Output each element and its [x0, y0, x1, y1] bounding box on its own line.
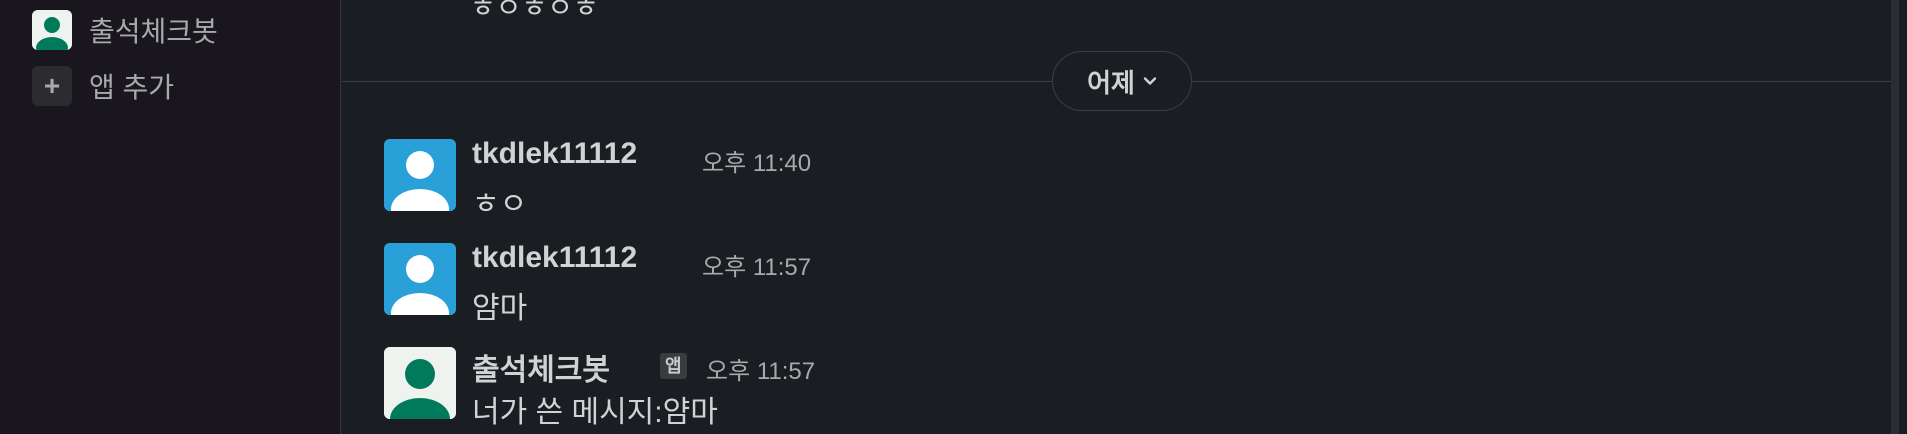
- user-avatar[interactable]: [384, 139, 456, 211]
- message-timestamp[interactable]: 오후 11:57: [706, 351, 815, 386]
- message-text: ㅎㅇ: [472, 188, 528, 221]
- bot-avatar[interactable]: [384, 347, 456, 419]
- scrollbar[interactable]: [1891, 0, 1899, 434]
- date-divider-button[interactable]: 어제: [1052, 51, 1192, 111]
- message-author[interactable]: tkdlek11112: [472, 137, 637, 171]
- sidebar-item-label: 출석체크봇: [89, 16, 218, 47]
- chevron-down-icon: [1143, 77, 1157, 85]
- bot-avatar-icon: [32, 10, 72, 50]
- message-text: 얌마: [472, 292, 528, 325]
- user-avatar-icon: [384, 243, 456, 315]
- message-timestamp[interactable]: 오후 11:57: [702, 247, 811, 282]
- user-avatar[interactable]: [384, 243, 456, 315]
- user-avatar-icon: [384, 139, 456, 211]
- plus-icon: +: [32, 66, 72, 106]
- sidebar: 출석체크봇 + 앱 추가: [0, 0, 341, 434]
- clipped-message-text: ㅎㅇㅎㅇㅎ: [470, 0, 599, 23]
- sidebar-item-add-app[interactable]: + 앱 추가: [32, 66, 174, 106]
- sidebar-item-attendance-bot[interactable]: 출석체크봇: [32, 10, 218, 50]
- app-badge: 앱: [660, 353, 687, 379]
- bot-avatar-icon: [384, 347, 456, 419]
- date-divider-label: 어제: [1087, 67, 1135, 98]
- message-author[interactable]: 출석체크봇: [472, 345, 610, 389]
- message-item[interactable]: tkdlek11112 오후 11:40 ㅎㅇ: [384, 137, 1784, 221]
- message-timestamp[interactable]: 오후 11:40: [702, 143, 811, 178]
- message-pane: ㅎㅇㅎㅇㅎ 어제 tkdlek11112 오후 11:40 ㅎㅇ tkdlek1…: [342, 0, 1899, 434]
- message-item[interactable]: tkdlek11112 오후 11:57 얌마: [384, 241, 1784, 325]
- message-text: 너가 쓴 메시지:얌마: [472, 396, 718, 429]
- sidebar-item-label: 앱 추가: [89, 72, 175, 103]
- message-item[interactable]: 출석체크봇 앱 오후 11:57 너가 쓴 메시지:얌마: [384, 345, 1784, 429]
- message-author[interactable]: tkdlek11112: [472, 241, 637, 275]
